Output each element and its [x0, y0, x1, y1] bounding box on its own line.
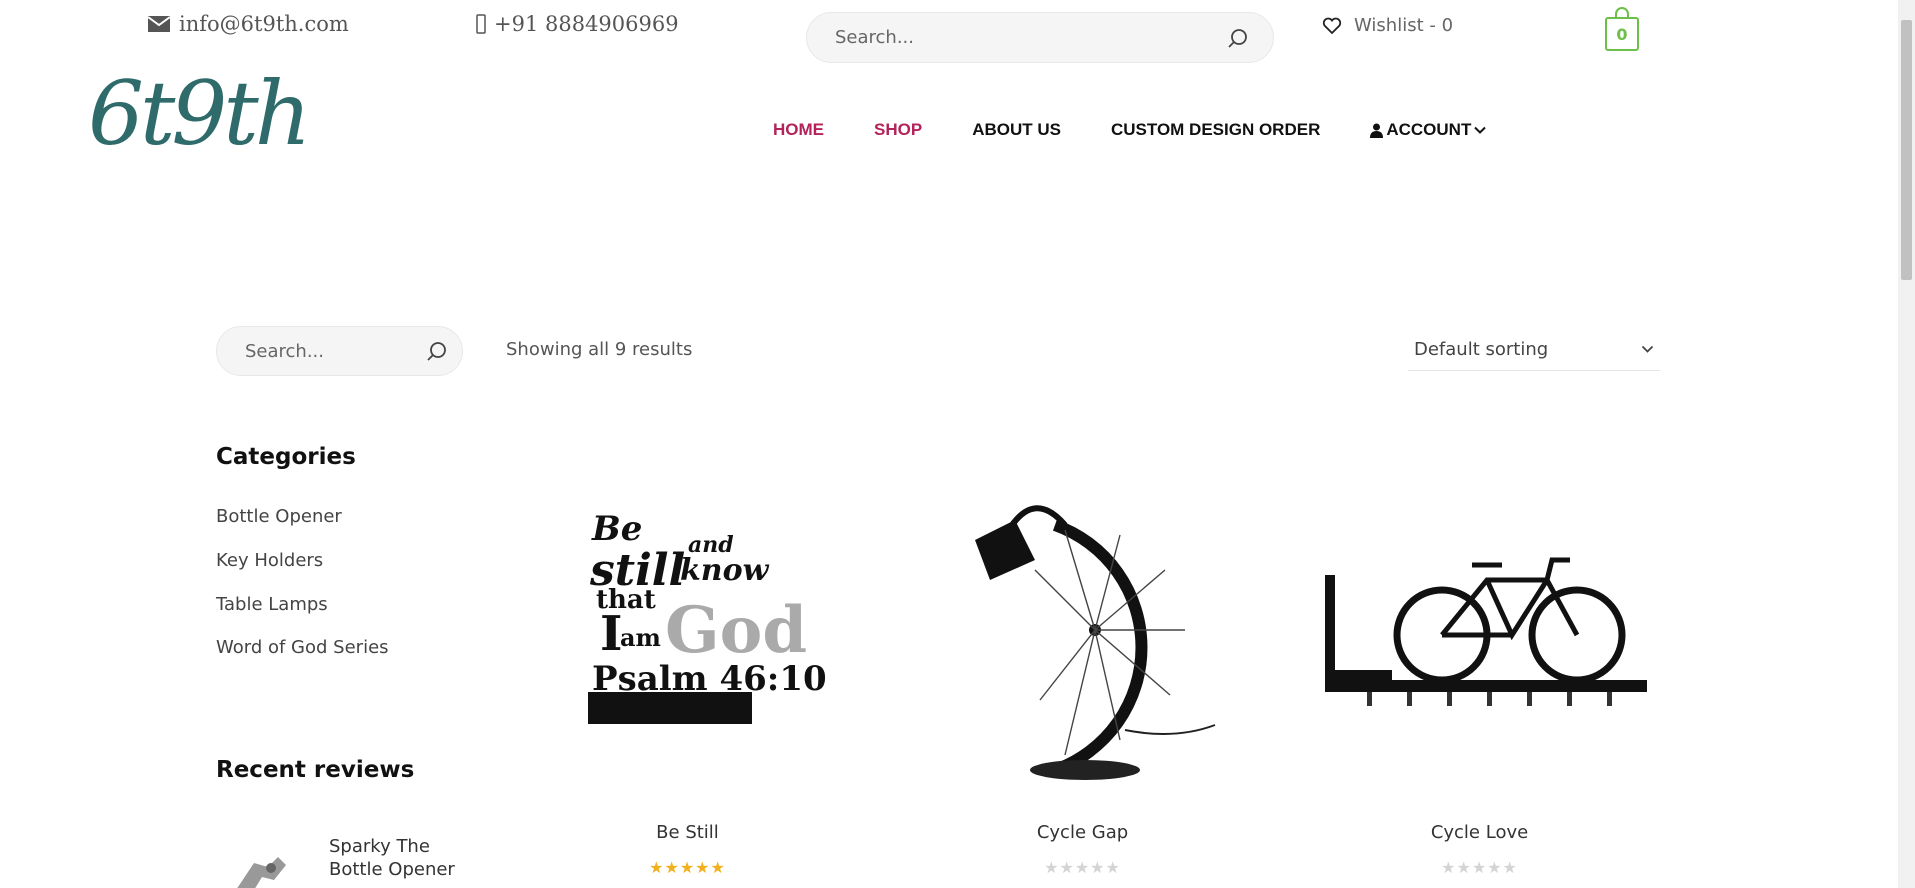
nav-home[interactable]: HOME	[773, 120, 824, 140]
email-contact[interactable]: info@6t9th.com	[147, 12, 349, 36]
cart-count: 0	[1605, 17, 1639, 51]
nav-about-us[interactable]: ABOUT US	[972, 120, 1061, 140]
product-image-be-still: Be still and know that I am God Psalm 46…	[588, 509, 827, 724]
svg-text:am: am	[620, 623, 661, 652]
cart-button[interactable]: 0	[1605, 7, 1639, 51]
rating-stars: ★★★★★	[649, 858, 726, 877]
search-icon[interactable]	[1227, 27, 1249, 49]
product-card[interactable]: Cycle Gap ★★★★★	[915, 480, 1250, 877]
chevron-down-icon	[1474, 126, 1487, 134]
product-name[interactable]: Be Still	[520, 822, 855, 843]
product-image-cycle-gap	[975, 505, 1216, 780]
review-product-name[interactable]: Sparky The Bottle Opener	[329, 835, 479, 881]
scrollbar-thumb[interactable]	[1901, 20, 1912, 280]
product-card[interactable]: Cycle Love ★★★★★	[1312, 480, 1650, 877]
categories-heading: Categories	[216, 444, 356, 470]
nav-shop[interactable]: SHOP	[874, 120, 922, 140]
svg-text:know: know	[680, 553, 770, 588]
product-name[interactable]: Cycle Love	[1312, 822, 1647, 843]
main-nav: HOME SHOP ABOUT US CUSTOM DESIGN ORDER A…	[773, 120, 1487, 140]
site-logo[interactable]: 6t9th	[88, 62, 311, 165]
heart-icon	[1322, 17, 1342, 34]
nav-account-label: ACCOUNT	[1386, 120, 1472, 139]
user-icon	[1370, 123, 1384, 138]
category-word-of-god-series[interactable]: Word of God Series	[216, 637, 389, 658]
product-image-cycle-love	[1325, 557, 1650, 706]
recent-reviews-heading: Recent reviews	[216, 757, 415, 783]
logo-text: 6t9th	[88, 62, 311, 165]
search-icon[interactable]	[426, 340, 448, 362]
rating-stars: ★★★★★	[1044, 858, 1121, 877]
chevron-down-icon	[1641, 345, 1654, 353]
nav-account[interactable]: ACCOUNT	[1370, 120, 1487, 140]
product-card[interactable]: Be still and know that I am God Psalm 46…	[520, 480, 855, 877]
rating-stars: ★★★★★	[1441, 858, 1518, 877]
sort-value: Default sorting	[1414, 339, 1549, 360]
bottle-opener-image	[237, 857, 286, 888]
svg-text:God: God	[665, 593, 807, 668]
category-bottle-opener[interactable]: Bottle Opener	[216, 506, 342, 527]
phone-text: +91 8884906969	[494, 12, 679, 36]
phone-contact[interactable]: +91 8884906969	[476, 12, 679, 36]
review-thumbnail[interactable]	[216, 835, 306, 888]
envelope-icon	[147, 16, 171, 32]
shop-search	[216, 326, 463, 376]
nav-custom-design-order[interactable]: CUSTOM DESIGN ORDER	[1111, 120, 1320, 140]
sort-dropdown[interactable]: Default sorting	[1408, 339, 1660, 371]
category-table-lamps[interactable]: Table Lamps	[216, 594, 328, 615]
bag-handle	[1615, 7, 1629, 17]
result-count: Showing all 9 results	[506, 339, 693, 360]
wishlist-label: Wishlist - 0	[1354, 15, 1454, 36]
wishlist-link[interactable]: Wishlist - 0	[1322, 15, 1453, 36]
mobile-phone-icon	[476, 14, 486, 34]
header-search	[806, 12, 1274, 63]
shop-search-input[interactable]	[243, 339, 411, 363]
svg-text:Be: Be	[591, 509, 642, 549]
email-text: info@6t9th.com	[179, 12, 349, 36]
header-search-input[interactable]	[833, 26, 1170, 49]
product-name[interactable]: Cycle Gap	[915, 822, 1250, 843]
category-key-holders[interactable]: Key Holders	[216, 550, 323, 571]
